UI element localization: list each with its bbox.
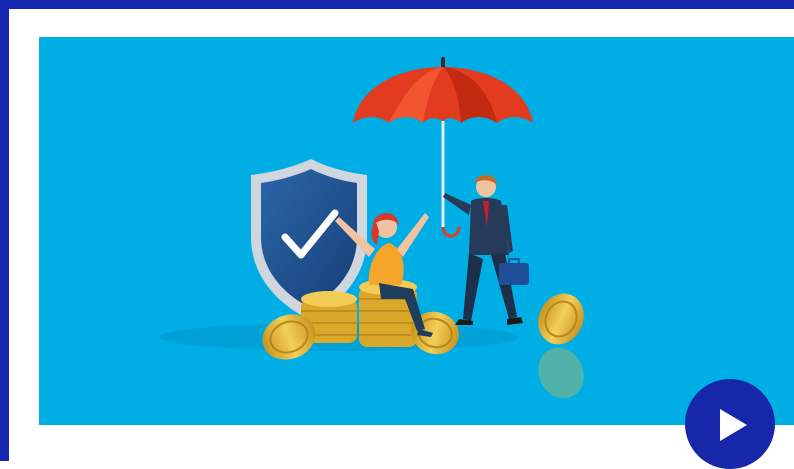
frame-left-border [0,0,9,461]
businessman-figure [443,175,529,325]
play-icon [720,409,747,441]
hero-illustration [39,37,794,425]
briefcase-icon [499,263,529,285]
insurance-illustration [159,57,584,399]
coin-floating [538,293,584,399]
play-button[interactable] [685,379,775,469]
frame-top-border [0,0,794,9]
